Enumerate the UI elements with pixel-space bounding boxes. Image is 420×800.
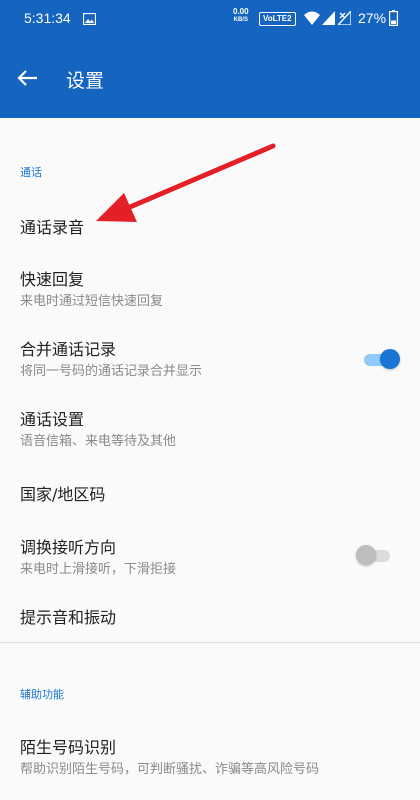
row-subtitle: 来电时通过短信快速回复 [20,294,164,309]
section-label-accessibility: 辅助功能 [20,688,64,701]
section-label-calls: 通话 [20,166,42,179]
row-title: 调换接听方向 [20,538,117,557]
row-unknown-number-id[interactable]: 陌生号码识别 帮助识别陌生号码，可判断骚扰、诈骗等高风险号码 [0,724,420,786]
row-call-recording[interactable]: 通话录音 [0,196,420,254]
net-rate-value: 0.00 [233,7,249,16]
section-divider [0,642,420,643]
status-time: 5:31:34 [24,10,71,26]
gallery-notification-icon [82,12,97,28]
toggle-thumb [380,349,400,369]
toggle-thumb [356,545,376,565]
net-rate-unit: KB/S [233,17,248,23]
status-bar: 5:31:34 0.00 KB/S VoLTE2 27% [0,0,420,38]
battery-percent: 27% [358,10,387,26]
signal-icon [322,11,335,28]
row-subtitle: 将同一号码的通话记录合并显示 [20,364,203,379]
wifi-icon [304,11,320,28]
net-rate: 0.00 KB/S [233,8,249,24]
row-country-code[interactable]: 国家/地区码 [0,466,420,522]
row-subtitle: 来电时上滑接听，下滑拒接 [20,562,177,577]
page-title: 设置 [66,70,105,92]
row-quick-reply[interactable]: 快速回复 来电时通过短信快速回复 [0,256,420,318]
app-header: 5:31:34 0.00 KB/S VoLTE2 27% 设置 [0,0,420,118]
volte-badge: VoLTE2 [259,12,296,26]
back-arrow-icon[interactable] [14,64,42,92]
row-title: 提示音和振动 [20,608,117,627]
row-subtitle: 帮助识别陌生号码，可判断骚扰、诈骗等高风险号码 [20,762,320,777]
row-title: 国家/地区码 [20,485,106,504]
row-title: 合并通话记录 [20,340,117,359]
row-title: 陌生号码识别 [20,738,117,757]
row-title: 通话录音 [20,218,85,237]
merge-call-log-toggle[interactable] [362,349,400,369]
row-title: 快速回复 [20,270,85,289]
signal-icon-2 [336,9,352,28]
row-title: 通话设置 [20,410,85,429]
row-call-settings[interactable]: 通话设置 语音信箱、来电等待及其他 [0,396,420,458]
row-subtitle: 语音信箱、来电等待及其他 [20,434,177,449]
battery-icon [389,10,399,29]
row-merge-call-log[interactable]: 合并通话记录 将同一号码的通话记录合并显示 [0,326,420,390]
swap-answer-direction-toggle[interactable] [356,545,392,565]
row-sound-vibration[interactable]: 提示音和振动 [0,590,420,640]
